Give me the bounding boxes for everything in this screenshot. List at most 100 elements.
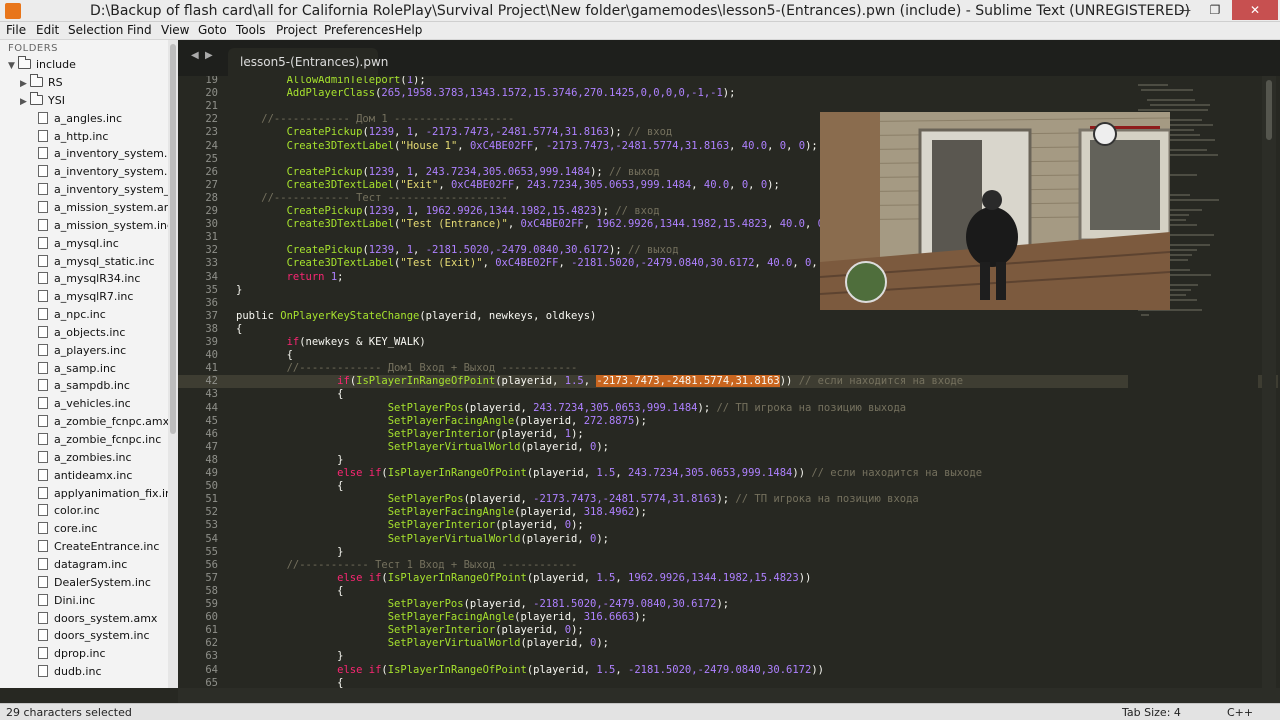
code-line[interactable]: 44 SetPlayerPos(playerid, 243.7234,305.0…	[178, 402, 1278, 415]
menu-preferences[interactable]: Preferences	[324, 23, 395, 37]
file-item[interactable]: DealerSystem.inc	[38, 575, 151, 594]
code-line[interactable]: 51 SetPlayerPos(playerid, -2173.7473,-24…	[178, 493, 1278, 506]
file-item[interactable]: a_inventory_system.inc	[38, 165, 169, 183]
code-line[interactable]: 47 SetPlayerVirtualWorld(playerid, 0);	[178, 441, 1278, 454]
file-item[interactable]: dudb.inc	[38, 665, 102, 683]
code-token: CreatePickup	[286, 244, 363, 257]
file-item[interactable]: a_mysqlR7.inc	[38, 290, 133, 308]
maximize-button[interactable]: ❐	[1200, 0, 1230, 20]
status-syntax[interactable]: C++	[1227, 706, 1253, 719]
code-line[interactable]: 20 AddPlayerClass(265,1958.3783,1343.157…	[178, 87, 1278, 100]
code-line[interactable]: 48 }	[178, 454, 1278, 467]
code-line[interactable]: 41 //------------- Дом1 Вход + Выход ---…	[178, 362, 1278, 375]
file-item[interactable]: a_sampdb.inc	[38, 379, 130, 397]
code-line[interactable]: 39 if(newkeys & KEY_WALK)	[178, 336, 1278, 349]
minimize-button[interactable]: —	[1170, 0, 1200, 20]
code-line[interactable]: 63 }	[178, 650, 1278, 663]
menu-tools[interactable]: Tools	[236, 23, 266, 37]
code-line[interactable]: 40 {	[178, 349, 1278, 362]
file-item[interactable]: core.inc	[38, 522, 97, 540]
code-line[interactable]: 62 SetPlayerVirtualWorld(playerid, 0);	[178, 637, 1278, 650]
folder-item[interactable]: ▶ YSI	[20, 91, 65, 112]
file-item[interactable]: a_inventory_system_TD.i	[38, 183, 169, 201]
file-item[interactable]: a_mission_system.amx	[38, 200, 169, 219]
code-line[interactable]: 58 {	[178, 585, 1278, 598]
file-item[interactable]: a_zombies.inc	[38, 450, 132, 469]
code-token: // если находится на входе	[798, 375, 964, 388]
menu-file[interactable]: File	[6, 23, 26, 37]
code-text: if(IsPlayerInRangeOfPoint(playerid, 1.5,…	[236, 375, 964, 388]
file-item[interactable]: a_mysql_static.inc	[38, 254, 155, 273]
tab-nav-left-icon[interactable]: ◀	[191, 50, 199, 61]
code-line[interactable]: 37 public OnPlayerKeyStateChange(playerid…	[178, 310, 1278, 323]
file-item[interactable]: applyanimation_fix.inc	[38, 486, 169, 505]
menu-goto[interactable]: Goto	[198, 23, 227, 37]
code-token: {	[236, 480, 344, 493]
code-line[interactable]: 19 AllowAdminTeleport(1);	[178, 76, 1278, 87]
file-item[interactable]: a_http.inc	[38, 129, 108, 148]
code-line[interactable]: 59 SetPlayerPos(playerid, -2181.5020,-24…	[178, 598, 1278, 611]
file-item[interactable]: a_objects.inc	[38, 325, 125, 344]
chevron-down-icon: ▼	[8, 61, 15, 71]
editor-scrollbar[interactable]	[1262, 76, 1276, 688]
code-token: );	[634, 414, 647, 427]
file-item[interactable]: a_samp.inc	[38, 361, 116, 380]
file-item[interactable]: doors_system.inc	[38, 629, 150, 647]
code-line[interactable]: 65 {	[178, 677, 1278, 688]
close-button[interactable]: ✕	[1232, 0, 1278, 20]
file-item[interactable]: a_zombie_fcnpc.inc	[38, 433, 161, 451]
file-item[interactable]: a_mysqlR34.inc	[38, 272, 140, 290]
code-token: (playerid,	[520, 637, 591, 650]
code-line[interactable]: 55 }	[178, 546, 1278, 559]
file-item[interactable]: a_npc.inc	[38, 308, 106, 326]
code-line[interactable]: 57 else if(IsPlayerInRangeOfPoint(player…	[178, 572, 1278, 585]
folder-include[interactable]: ▼ include	[8, 56, 76, 76]
code-line[interactable]: 60 SetPlayerFacingAngle(playerid, 316.66…	[178, 611, 1278, 624]
file-item[interactable]: CreateEntrance.inc	[38, 540, 159, 558]
file-item[interactable]: a_vehicles.inc	[38, 397, 131, 415]
status-tab-size[interactable]: Tab Size: 4	[1122, 706, 1181, 719]
tab-lesson5-entrances[interactable]: lesson5-(Entrances).pwn	[228, 48, 388, 76]
menu-help[interactable]: Help	[395, 23, 422, 37]
sidebar-scroll-thumb[interactable]	[170, 44, 176, 434]
code-line[interactable]: 61 SetPlayerInterior(playerid, 0);	[178, 624, 1278, 637]
code-line[interactable]: 54 SetPlayerVirtualWorld(playerid, 0);	[178, 533, 1278, 546]
code-line[interactable]: 56 //----------- Тест 1 Вход + Выход ---…	[178, 559, 1278, 572]
menu-find[interactable]: Find	[127, 23, 152, 37]
code-line[interactable]: 50 {	[178, 480, 1278, 493]
file-item[interactable]: Dini.inc	[38, 593, 95, 612]
file-item[interactable]: a_mission_system.inc	[38, 218, 169, 237]
code-token: ,	[514, 178, 527, 191]
code-line[interactable]: 43 {	[178, 388, 1278, 401]
code-line[interactable]: 42 if(IsPlayerInRangeOfPoint(playerid, 1…	[178, 375, 1278, 389]
code-line[interactable]: 45 SetPlayerFacingAngle(playerid, 272.88…	[178, 415, 1278, 428]
sidebar-scrollbar[interactable]	[168, 40, 178, 688]
folder-item[interactable]: ▶ RS	[20, 74, 63, 94]
menu-view[interactable]: View	[161, 23, 189, 37]
file-item[interactable]: a_angles.inc	[38, 111, 122, 130]
file-item[interactable]: antideamx.inc	[38, 468, 132, 487]
code-text: SetPlayerInterior(playerid, 1);	[236, 428, 584, 440]
file-item[interactable]: a_inventory_system.amx	[38, 147, 169, 165]
file-item[interactable]: a_players.inc	[38, 343, 126, 362]
file-item[interactable]: a_mysql.inc	[38, 236, 119, 255]
code-line[interactable]: 53 SetPlayerInterior(playerid, 0);	[178, 519, 1278, 532]
code-line[interactable]: 52 SetPlayerFacingAngle(playerid, 318.49…	[178, 506, 1278, 519]
code-line[interactable]: 46 SetPlayerInterior(playerid, 1);	[178, 428, 1278, 441]
editor-scroll-thumb[interactable]	[1266, 80, 1272, 140]
tab-nav-right-icon[interactable]: ▶	[205, 50, 213, 61]
code-line[interactable]: 49 else if(IsPlayerInRangeOfPoint(player…	[178, 467, 1278, 480]
menu-project[interactable]: Project	[276, 23, 317, 37]
file-icon	[38, 575, 48, 588]
code-line[interactable]: 38 {	[178, 323, 1278, 336]
code-line[interactable]: 64 else if(IsPlayerInRangeOfPoint(player…	[178, 664, 1278, 677]
file-item[interactable]: a_zombie_fcnpc.amx	[38, 415, 169, 433]
menu-edit[interactable]: Edit	[36, 23, 59, 37]
file-item[interactable]: datagram.inc	[38, 557, 127, 576]
code-token: ,	[413, 244, 426, 257]
file-item[interactable]: doors_system.amx	[38, 611, 157, 630]
file-item[interactable]: dprop.inc	[38, 647, 106, 665]
menu-selection[interactable]: Selection	[68, 23, 123, 37]
editor-horizontal-scrollbar[interactable]	[178, 688, 1280, 703]
file-item[interactable]: color.inc	[38, 504, 100, 522]
